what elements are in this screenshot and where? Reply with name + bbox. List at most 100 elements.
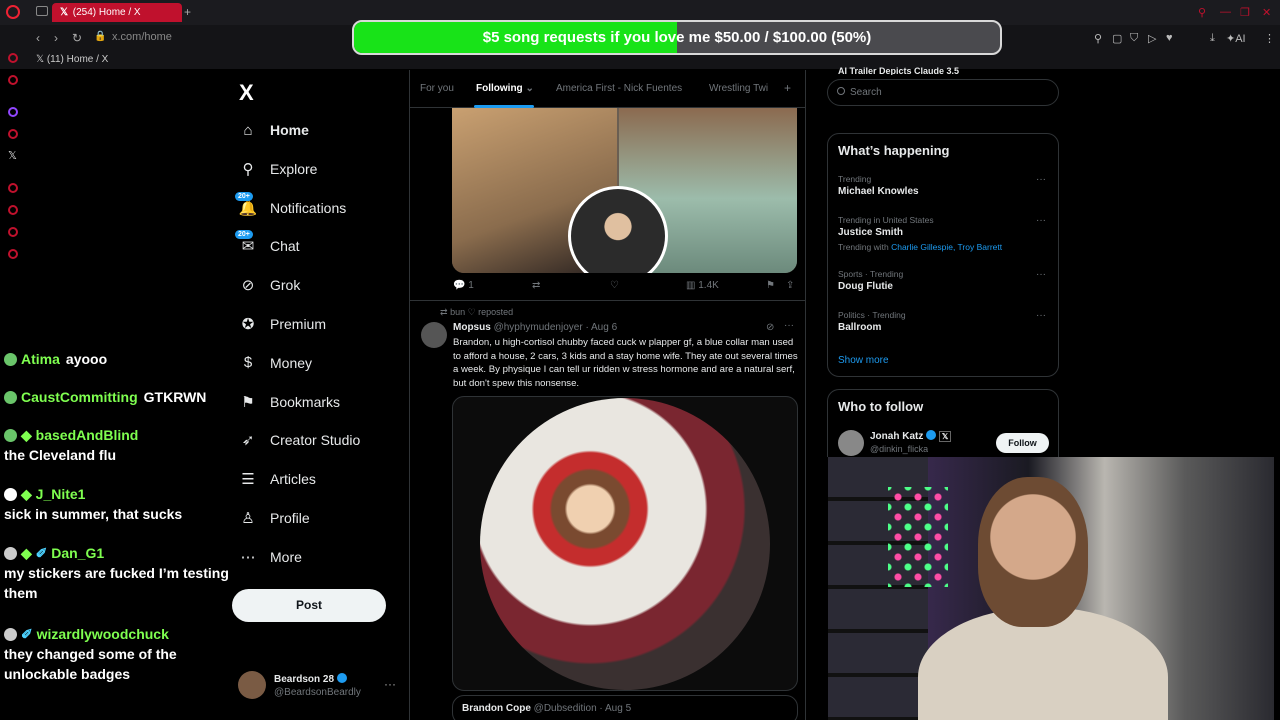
cut-off-headline[interactable]: AI Trailer Depicts Claude 3.5 bbox=[838, 66, 1038, 75]
nav-item-grok[interactable]: ⊘ Grok bbox=[238, 271, 301, 299]
nav-item-bookmarks[interactable]: ⚑ Bookmarks bbox=[238, 388, 340, 416]
history-icon[interactable] bbox=[8, 183, 18, 193]
reply-button[interactable]: 💬 1 bbox=[453, 280, 474, 291]
pin-icon[interactable]: ⚲ bbox=[1094, 32, 1102, 45]
nav-item-profile[interactable]: ♙ Profile bbox=[238, 504, 310, 532]
nav-item-creator-studio[interactable]: ➶ Creator Studio bbox=[238, 426, 361, 454]
url-field[interactable]: x.com/home bbox=[112, 31, 172, 43]
post-button[interactable]: Post bbox=[232, 589, 386, 622]
nav-item-label: Home bbox=[270, 122, 309, 138]
sword-badge-icon: ✐ bbox=[21, 626, 37, 642]
play-icon[interactable]: ▷ bbox=[1148, 32, 1156, 45]
snapshot-icon[interactable]: ▢ bbox=[1112, 32, 1122, 45]
trend-more-icon[interactable]: ··· bbox=[1036, 174, 1046, 185]
x-logo[interactable]: X bbox=[239, 80, 254, 106]
opera-logo-icon[interactable] bbox=[6, 5, 20, 19]
share-icon[interactable]: ⇪ bbox=[786, 280, 794, 291]
show-more-link[interactable]: Show more bbox=[838, 355, 889, 366]
donation-text: $5 song requests if you love me $50.00 /… bbox=[482, 29, 872, 46]
ai-icon[interactable]: ✦AI bbox=[1226, 32, 1246, 45]
clock-icon[interactable] bbox=[8, 205, 18, 215]
trend-meta: Trending bbox=[838, 174, 872, 184]
chat-message: ◆ J_Nite1 sick in summer, that sucks bbox=[4, 486, 183, 522]
nav-item-articles[interactable]: ☰ Articles bbox=[238, 465, 316, 493]
nav-item-premium[interactable]: ✪ Premium bbox=[238, 310, 326, 338]
tweet-author[interactable]: Mopsus bbox=[453, 322, 491, 333]
menu-icon[interactable]: ⋮ bbox=[1264, 32, 1275, 45]
nav-item-home[interactable]: ⌂ Home bbox=[238, 116, 309, 144]
settings-icon[interactable] bbox=[8, 249, 18, 259]
chat-bubble-icon[interactable] bbox=[8, 227, 18, 237]
tweet-handle: @hyphymudenjoyer bbox=[493, 322, 583, 333]
quoted-date: Aug 5 bbox=[605, 703, 632, 714]
nav-item-notifications[interactable]: 🔔 20+ Notifications bbox=[235, 191, 346, 222]
tab-following[interactable]: Following ⌄ bbox=[476, 83, 534, 94]
repost-context: ⇄ bun ♡ reposted bbox=[440, 307, 514, 317]
whats-happening-panel: What’s happening Trending Michael Knowle… bbox=[827, 133, 1059, 377]
account-more-icon[interactable]: ··· bbox=[384, 677, 396, 691]
percent-icon[interactable] bbox=[8, 129, 18, 139]
like-icon[interactable]: ♡ bbox=[610, 280, 619, 291]
trend-name[interactable]: Doug Flutie bbox=[838, 281, 893, 292]
x-sidebar-icon[interactable]: 𝕏 bbox=[8, 149, 17, 162]
messenger-icon[interactable] bbox=[8, 53, 18, 63]
chat-badge-icon bbox=[4, 628, 17, 641]
back-icon[interactable]: ‹ bbox=[36, 31, 40, 45]
reload-icon[interactable]: ↻ bbox=[72, 31, 82, 45]
trend-more-icon[interactable]: ··· bbox=[1036, 269, 1046, 280]
forward-icon[interactable]: › bbox=[54, 31, 58, 45]
more-icon[interactable]: ··· bbox=[784, 320, 794, 331]
tweet-media[interactable] bbox=[452, 108, 797, 273]
restore-icon[interactable]: ❐ bbox=[1240, 6, 1250, 19]
grok-icon[interactable]: ⊘ bbox=[766, 322, 774, 333]
home-icon: ⌂ bbox=[243, 121, 253, 139]
nav-item-label: Premium bbox=[270, 316, 327, 332]
browser-tab[interactable]: 𝕏 (254) Home / X bbox=[52, 3, 182, 22]
nav-item-more[interactable]: ⋯ More bbox=[238, 543, 302, 571]
browser-tab-title: (254) Home / X bbox=[72, 7, 141, 18]
twitch-icon[interactable] bbox=[8, 107, 18, 117]
tab-america-first[interactable]: America First - Nick Fuentes bbox=[556, 83, 682, 94]
avatar[interactable] bbox=[421, 322, 447, 348]
trend-more-icon[interactable]: ··· bbox=[1036, 310, 1046, 321]
grok-icon: ⊘ bbox=[241, 277, 255, 295]
search-input[interactable]: Search bbox=[827, 79, 1059, 106]
tweet-photo[interactable] bbox=[480, 398, 770, 690]
chat-badge-icon bbox=[4, 429, 17, 442]
bookmark-icon[interactable]: ⚑ bbox=[766, 280, 775, 291]
shield-icon[interactable]: ⛉ bbox=[1130, 32, 1138, 45]
tab-wrestling[interactable]: Wrestling Twi bbox=[709, 83, 768, 94]
trend-name[interactable]: Justice Smith bbox=[838, 227, 903, 238]
follow-name[interactable]: Jonah Katz 𝕏 bbox=[870, 430, 952, 442]
chat-message: ◆ ✐ Dan_G1 my stickers are fucked I’m tes… bbox=[4, 545, 229, 601]
tweet-date[interactable]: Aug 6 bbox=[591, 322, 617, 333]
nav-item-money[interactable]: $ Money bbox=[238, 349, 312, 377]
panel-title: Who to follow bbox=[838, 399, 924, 414]
add-tab-button[interactable]: + bbox=[784, 81, 791, 95]
tab-for-you[interactable]: For you bbox=[420, 83, 454, 94]
trend-name[interactable]: Michael Knowles bbox=[838, 186, 919, 197]
tab-manager-icon[interactable] bbox=[36, 6, 48, 16]
affiliate-badge-icon: 𝕏 bbox=[938, 431, 952, 442]
retweet-icon[interactable]: ⇄ bbox=[532, 280, 540, 291]
download-icon[interactable]: ⤓ bbox=[1210, 32, 1215, 45]
avatar[interactable] bbox=[838, 430, 864, 456]
trend-with: Trending with Charlie Gillespie, Troy Ba… bbox=[838, 242, 1003, 252]
trend-name[interactable]: Ballroom bbox=[838, 322, 881, 333]
close-icon[interactable]: ✕ bbox=[1262, 6, 1271, 19]
account-switcher[interactable]: Beardson 28 @BeardsonBeardly ··· bbox=[238, 671, 398, 703]
timeline-tabs: For you Following ⌄ America First - Nick… bbox=[410, 70, 805, 108]
nav-item-explore[interactable]: ⚲ Explore bbox=[238, 155, 318, 183]
trend-more-icon[interactable]: ··· bbox=[1036, 215, 1046, 226]
nav-item-label: Profile bbox=[270, 510, 310, 526]
instagram-icon[interactable] bbox=[8, 75, 18, 85]
bookmark-item[interactable]: 𝕏 (11) Home / X bbox=[36, 54, 108, 65]
follow-button[interactable]: Follow bbox=[996, 433, 1049, 453]
trend-with-links[interactable]: Charlie Gillespie, Troy Barrett bbox=[891, 242, 1002, 252]
new-tab-button[interactable]: + bbox=[184, 5, 191, 19]
search-icon[interactable]: ⚲ bbox=[1198, 6, 1206, 19]
heart-icon[interactable]: ♥ bbox=[1166, 32, 1173, 44]
views-button[interactable]: ▥ 1.4K bbox=[686, 280, 719, 291]
nav-item-chat[interactable]: ✉ 20+ Chat bbox=[235, 230, 300, 260]
minimize-icon[interactable]: — bbox=[1220, 6, 1231, 18]
